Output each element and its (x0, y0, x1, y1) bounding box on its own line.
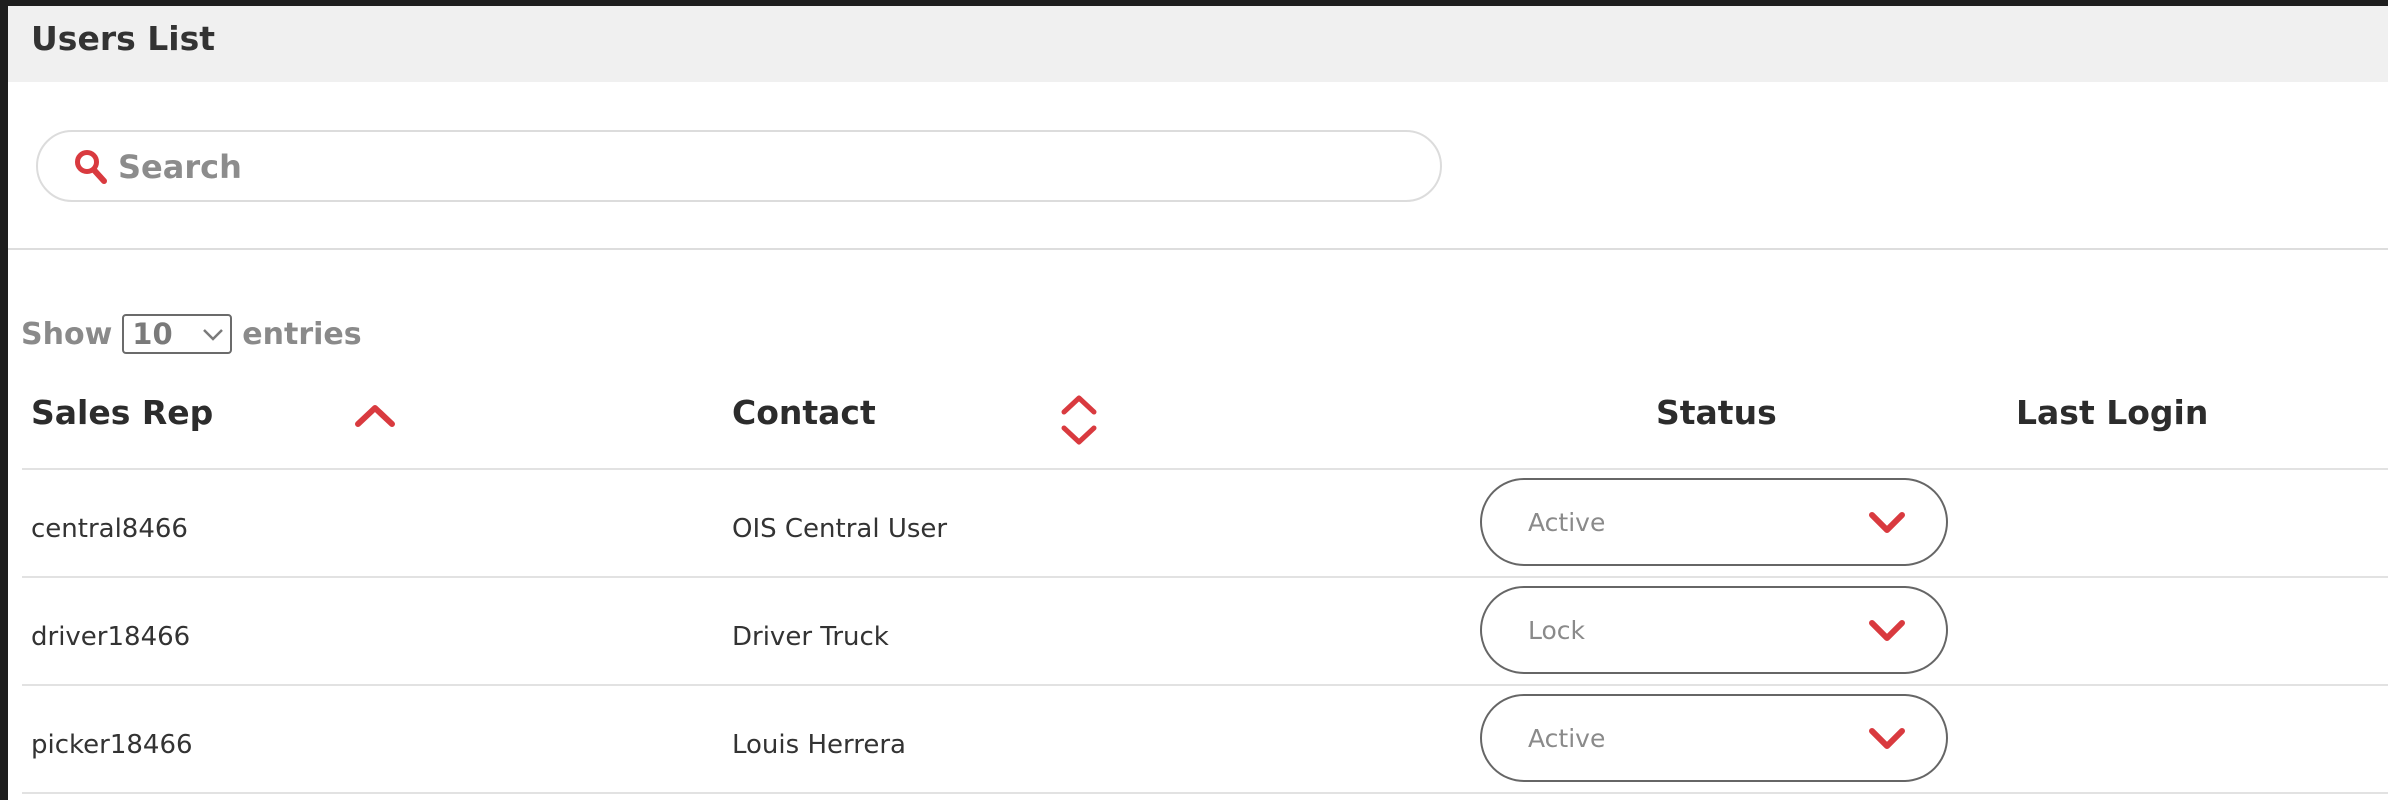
divider (8, 248, 2388, 250)
page-header: Users List (8, 6, 2388, 82)
chevron-down-icon (1869, 620, 1905, 641)
row-divider (22, 792, 2388, 794)
status-value: Active (1528, 724, 1606, 753)
chevron-down-icon (1869, 728, 1905, 749)
sort-icon[interactable] (1058, 390, 1100, 450)
row-divider (22, 576, 2388, 578)
cell-sales-rep: driver18466 (31, 622, 191, 652)
chevron-down-icon (203, 329, 224, 341)
status-dropdown[interactable]: Lock (1480, 586, 1948, 674)
page-title: Users List (31, 19, 215, 58)
column-header-last-login[interactable]: Last Login (2016, 396, 2208, 429)
column-header-contact[interactable]: Contact (732, 396, 876, 429)
column-header-status[interactable]: Status (1656, 396, 1777, 429)
column-label: Contact (732, 393, 876, 432)
cell-contact: Louis Herrera (732, 730, 906, 760)
status-value: Lock (1528, 616, 1586, 645)
status-value: Active (1528, 508, 1606, 537)
chevron-down-icon (1869, 512, 1905, 533)
cell-sales-rep: picker18466 (31, 730, 193, 760)
entries-length-control: Show 10 entries (21, 312, 362, 356)
search-box[interactable] (36, 130, 1442, 202)
status-dropdown[interactable]: Active (1480, 478, 1948, 566)
entries-select-value: 10 (132, 317, 173, 351)
sort-ascending-icon[interactable] (354, 402, 396, 428)
search-input[interactable] (116, 140, 1400, 194)
cell-contact: Driver Truck (732, 622, 889, 652)
column-label: Sales Rep (31, 393, 214, 432)
status-dropdown[interactable]: Active (1480, 694, 1948, 782)
cell-sales-rep: central8466 (31, 514, 188, 544)
search-icon (75, 150, 107, 184)
column-label: Status (1656, 393, 1777, 432)
entries-label: entries (242, 316, 362, 352)
users-list-panel: Users List Show 10 entries Sales Rep Con… (8, 6, 2388, 800)
row-divider (22, 468, 2388, 470)
cell-contact: OIS Central User (732, 514, 948, 544)
entries-select[interactable]: 10 (122, 314, 233, 354)
show-label: Show (21, 316, 113, 352)
row-divider (22, 684, 2388, 686)
column-label: Last Login (2016, 393, 2209, 432)
column-header-sales-rep[interactable]: Sales Rep (31, 396, 213, 429)
